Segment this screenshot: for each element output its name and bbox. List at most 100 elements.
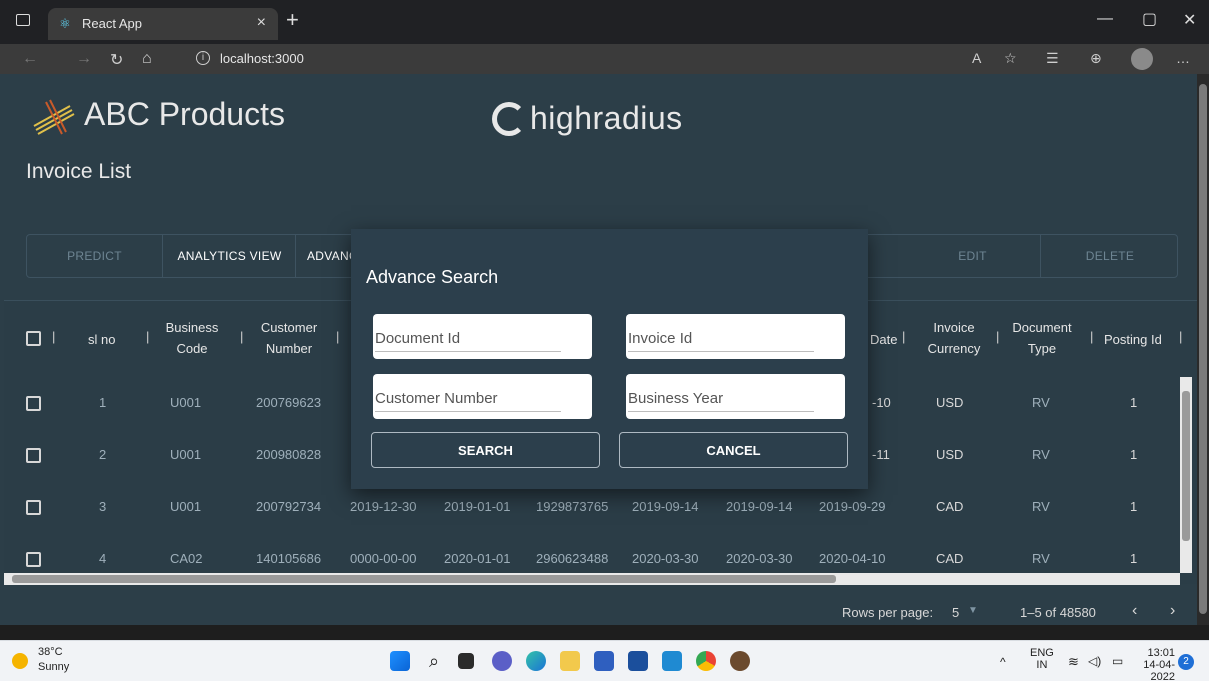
cell-currency: USD [936,447,964,462]
scrollbar-thumb[interactable] [1182,391,1190,541]
refresh-icon[interactable]: ↻ [110,50,123,70]
cell-posting-id: 1 [1130,499,1138,514]
cancel-button[interactable]: CANCEL [619,432,848,468]
maximize-icon[interactable]: ▢ [1142,9,1157,29]
predict-button[interactable]: PREDICT [27,235,163,277]
more-icon[interactable]: … [1176,50,1190,66]
info-icon[interactable]: i [196,51,210,65]
column-header-customer-number[interactable]: Customer Number [256,317,322,359]
forward-icon[interactable]: → [76,50,92,68]
chevron-down-icon[interactable]: ▼ [968,605,978,616]
favorites-list-icon[interactable]: ☰ [1046,50,1059,67]
edge-icon[interactable] [526,651,546,671]
profile-avatar[interactable] [1131,48,1153,70]
weather-icon[interactable] [12,653,28,669]
chrome-icon[interactable] [696,651,716,671]
new-tab-icon[interactable]: + [286,9,299,31]
battery-icon[interactable]: ▭ [1112,654,1123,668]
column-header-text: Business [165,320,219,335]
search-button[interactable]: SEARCH [371,432,600,468]
wifi-icon[interactable]: ≋ [1068,654,1079,670]
highradius-logo-text: highradius [530,100,683,136]
delete-button[interactable]: DELETE [1042,235,1178,277]
analytics-view-button[interactable]: ANALYTICS VIEW [164,235,296,277]
file-explorer-icon[interactable] [560,651,580,671]
url-field[interactable]: i localhost:3000 [182,47,962,71]
invoice-id-input[interactable] [628,324,828,352]
edit-button[interactable]: EDIT [905,235,1041,277]
cell-currency: CAD [936,499,964,514]
highradius-logo: highradius [492,100,683,137]
document-id-input[interactable] [375,324,575,352]
close-tab-icon[interactable]: × [257,14,266,32]
cell-document-type: RV [1032,499,1050,514]
column-separator: | [996,329,1000,344]
column-header-invoice-currency[interactable]: Invoice Currency [922,317,986,359]
next-page-icon[interactable]: › [1170,602,1175,620]
rows-per-page-select[interactable]: 5 [952,605,959,620]
tab-title: React App [82,16,142,31]
vscode-icon[interactable] [662,651,682,671]
row-checkbox[interactable] [26,396,41,411]
customer-number-input[interactable] [375,384,575,412]
row-checkbox[interactable] [26,552,41,567]
read-aloud-icon[interactable]: A [972,50,981,66]
column-header-document-type[interactable]: Document Type [1008,317,1076,359]
scrollbar-thumb[interactable] [12,575,836,583]
cell-document-type: RV [1032,395,1050,410]
page-vertical-scrollbar[interactable] [1197,74,1209,625]
column-separator: | [902,329,906,344]
collections-icon[interactable]: ⊕ [1090,50,1102,67]
home-icon[interactable]: ⌂ [142,50,152,68]
column-header-due-date[interactable]: Date [870,329,897,350]
row-checkbox[interactable] [26,500,41,515]
back-icon[interactable]: ← [22,50,38,68]
business-year-field[interactable] [626,374,845,419]
column-header-business-code[interactable]: Business Code [164,317,220,359]
cell-document-type: RV [1032,447,1050,462]
notification-badge[interactable]: 2 [1178,654,1194,670]
customer-number-field[interactable] [373,374,592,419]
table-vertical-scrollbar[interactable] [1180,377,1192,573]
previous-page-icon[interactable]: ‹ [1132,602,1137,620]
column-separator: | [336,329,340,344]
cell-business-code: U001 [170,499,202,514]
abc-logo-icon [33,99,75,135]
start-icon[interactable] [390,651,410,671]
mail-icon[interactable] [628,651,648,671]
clock[interactable]: 13:01 14-04-2022 [1127,647,1175,681]
windows-taskbar: 38°C Sunny ⌕ ^ ENG IN ≋ ◁) ▭ 13:01 14-04… [0,640,1209,681]
select-all-checkbox[interactable] [26,331,41,346]
weather-temperature[interactable]: 38°C [38,646,63,658]
cell-customer-number: 200769623 [256,395,322,410]
store-icon[interactable] [594,651,614,671]
app-icon[interactable] [730,651,750,671]
column-header-sl-no[interactable]: sl no [88,329,115,350]
volume-icon[interactable]: ◁) [1088,654,1101,668]
chat-icon[interactable] [492,651,512,671]
tab-actions-icon[interactable] [16,14,30,26]
business-year-input[interactable] [628,384,828,412]
task-view-icon[interactable] [458,653,474,669]
region-code: IN [1036,659,1048,671]
app-header: ABC Products highradius Invoice List [0,74,1197,183]
cell-currency: CAD [936,551,964,566]
cell-business-year: 2020-01-01 [444,551,511,566]
show-hidden-icons[interactable]: ^ [1000,655,1006,669]
field-underline [628,351,814,352]
cell-sl-no: 2 [99,447,107,462]
favorite-icon[interactable]: ☆ [1004,50,1017,67]
minimize-icon[interactable]: — [1097,10,1113,28]
cell-clear-date: 2019-12-30 [350,499,417,514]
search-icon[interactable]: ⌕ [424,651,444,671]
browser-tab[interactable]: ⚛ React App × [48,8,278,40]
column-header-posting-id[interactable]: Posting Id [1104,329,1162,350]
weather-description[interactable]: Sunny [38,661,69,673]
row-checkbox[interactable] [26,448,41,463]
scrollbar-thumb[interactable] [1199,84,1207,614]
language-indicator[interactable]: ENG IN [1030,647,1054,671]
document-id-field[interactable] [373,314,592,359]
invoice-id-field[interactable] [626,314,845,359]
table-horizontal-scrollbar[interactable] [4,573,1180,585]
close-window-icon[interactable]: ✕ [1183,10,1196,30]
